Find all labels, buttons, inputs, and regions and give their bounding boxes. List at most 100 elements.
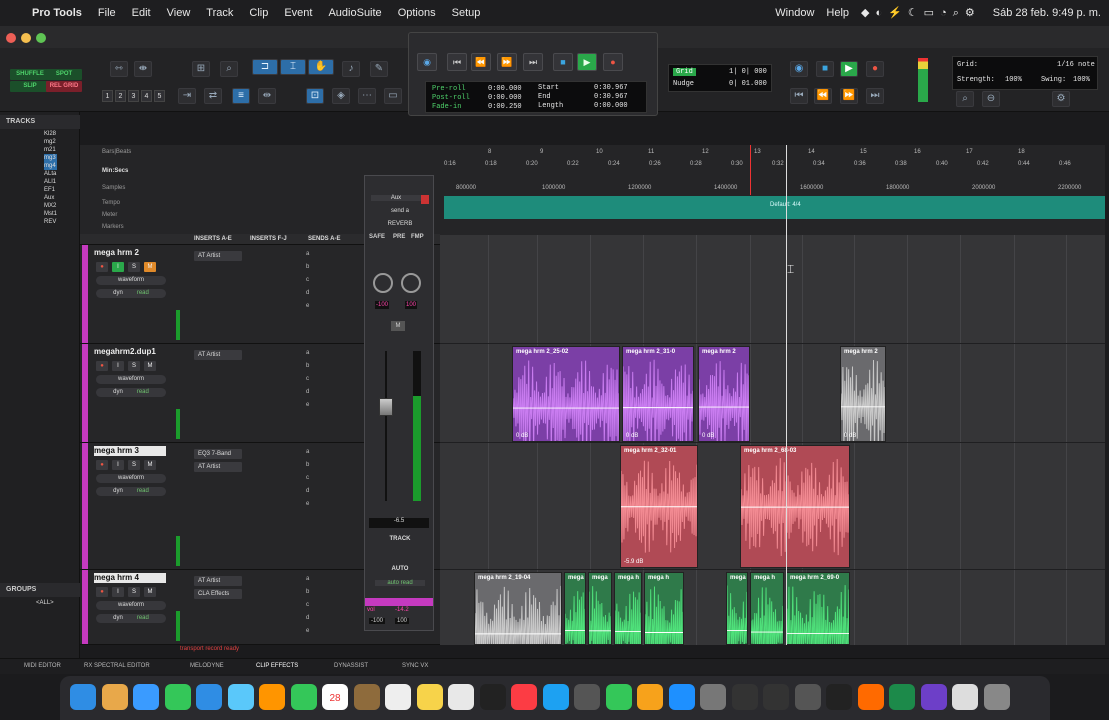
insert-slot-a[interactable]: AT Artist — [194, 576, 242, 586]
audio-clip[interactable]: mega h — [750, 572, 784, 645]
edit-window-playlist[interactable]: mega hrm 2_25-02 0 dB mega hrm 2_31-0 0 d… — [440, 235, 1105, 645]
tab-dynassist[interactable]: DYNASSIST — [334, 663, 368, 669]
record-enable-button[interactable]: ● — [96, 460, 108, 470]
menu-view[interactable]: View — [167, 7, 191, 19]
mute-button[interactable]: M — [144, 361, 156, 371]
send-slot[interactable]: c — [306, 376, 309, 382]
send-slot[interactable]: b — [306, 264, 309, 270]
audio-clip[interactable]: mega hrm 2 0 dB — [698, 346, 750, 442]
audio-clip[interactable]: mega h — [644, 572, 684, 645]
menu-track[interactable]: Track — [206, 7, 233, 19]
audio-clip[interactable]: mega hrm 2_19-04 — [474, 572, 562, 645]
start-value[interactable]: 0:30.967 — [594, 84, 628, 92]
track-list-item[interactable]: MX2 — [44, 202, 57, 210]
online-button[interactable]: ◉ — [417, 53, 437, 71]
dock-app-icon[interactable] — [70, 684, 96, 710]
tracks-title[interactable]: TRACKS — [0, 115, 80, 129]
track-list-item[interactable]: mg2 — [44, 138, 57, 146]
send-slot[interactable]: a — [306, 576, 309, 582]
spot-mode-button[interactable]: SPOT — [46, 69, 82, 80]
dock-app-icon[interactable] — [952, 684, 978, 710]
ff-mini-icon[interactable]: ⏩ — [840, 88, 858, 104]
send-selector[interactable]: send a — [365, 208, 435, 214]
insert-slot-a[interactable]: AT Artist — [194, 251, 242, 261]
dock-app-icon[interactable] — [637, 684, 663, 710]
solo-button[interactable]: S — [128, 262, 140, 272]
track-view-selector[interactable]: waveform — [96, 276, 166, 285]
send-slot[interactable]: c — [306, 475, 309, 481]
track-list-item[interactable]: Mst1 — [44, 210, 57, 218]
playhead-marker[interactable] — [750, 145, 751, 195]
insert-slot-b[interactable]: AT Artist — [194, 462, 242, 472]
dock-app-icon[interactable] — [385, 684, 411, 710]
menu-edit[interactable]: Edit — [132, 7, 151, 19]
track-list-item[interactable]: ALta — [44, 170, 57, 178]
dock-app-icon[interactable] — [227, 684, 254, 710]
rtz-mini-icon[interactable]: ⏮ — [790, 88, 808, 104]
preroll-value[interactable]: 0:00.000 — [488, 85, 522, 93]
dock-app-icon[interactable] — [763, 684, 789, 710]
record-mini-icon[interactable]: ● — [866, 61, 884, 77]
pan-left-knob[interactable] — [373, 273, 393, 293]
track-list-item[interactable]: mg3 — [44, 154, 58, 162]
audio-clip[interactable]: mega hrm 2_32-01 -5.9 dB — [620, 445, 698, 568]
automation-mode-selector[interactable]: auto read — [375, 580, 425, 586]
insert-slot-b[interactable] — [194, 264, 242, 274]
dock-app-icon[interactable] — [133, 684, 159, 710]
input-monitor-button[interactable]: I — [112, 361, 124, 371]
zoom-out-icon[interactable]: ⇿ — [110, 61, 128, 77]
audio-clip[interactable]: mega hrm 2_31-0 0 dB — [622, 346, 694, 442]
inserts-ae-header[interactable]: INSERTS A-E — [194, 236, 232, 242]
mute-button[interactable]: M — [144, 262, 156, 272]
input-monitor-button[interactable]: I — [112, 587, 124, 597]
dock-app-icon[interactable] — [101, 684, 128, 710]
send-slot[interactable]: a — [306, 251, 309, 257]
track-name[interactable]: mega hrm 3 — [94, 446, 166, 456]
clip-gain[interactable]: 0 dB — [516, 433, 528, 439]
track-view-selector[interactable]: waveform — [96, 375, 166, 384]
rew-mini-icon[interactable]: ⏪ — [814, 88, 832, 104]
menu-audiosuite[interactable]: AudioSuite — [328, 7, 381, 19]
tab-midi-editor[interactable]: MIDI EDITOR — [24, 663, 61, 669]
send-slot[interactable]: e — [306, 501, 309, 507]
clip-gain[interactable]: 0 dB — [844, 433, 856, 439]
send-slot[interactable]: d — [306, 488, 309, 494]
tab-rx-spectral-editor[interactable]: RX SPECTRAL EDITOR — [84, 663, 150, 669]
insertion-follows-icon[interactable]: ⇹ — [258, 88, 276, 104]
dock-app-icon[interactable] — [983, 684, 1010, 710]
solo-button[interactable]: S — [128, 587, 140, 597]
link-timeline-icon[interactable]: ⇄ — [204, 88, 222, 104]
rewind-button[interactable]: ⏪ — [471, 53, 491, 71]
dock-app-icon[interactable] — [353, 684, 380, 710]
record-button[interactable]: ● — [603, 53, 623, 71]
fast-forward-button[interactable]: ⏩ — [497, 53, 517, 71]
dock-app-icon[interactable] — [668, 684, 695, 710]
play-button[interactable]: ▶ — [577, 53, 597, 71]
ruler-samples[interactable]: Samples — [102, 185, 125, 191]
ruler-min-secs[interactable]: Min:Secs — [102, 168, 128, 174]
zoom-preset-5[interactable]: 5 — [154, 90, 165, 102]
grabber-tool-icon[interactable]: ✋ — [308, 59, 334, 75]
ruler-markers[interactable]: Markers — [102, 224, 124, 230]
send-slot[interactable]: e — [306, 402, 309, 408]
zoom-preset-1[interactable]: 1 — [102, 90, 113, 102]
keyboard-focus-icon[interactable]: ◈ — [332, 88, 350, 104]
dock-app-icon[interactable] — [889, 684, 915, 710]
dock-app-icon[interactable] — [164, 684, 191, 710]
ruler-tempo[interactable]: Tempo — [102, 200, 120, 206]
volume-value[interactable]: -6.5 — [369, 518, 429, 528]
play-mini-icon[interactable]: ▶ — [840, 61, 858, 77]
close-window-button[interactable] — [6, 33, 16, 43]
clip-gain[interactable]: 0 dB — [702, 433, 714, 439]
zoom-in-icon[interactable]: ⇼ — [134, 61, 152, 77]
zoom-toggle-icon[interactable]: ⊞ — [192, 61, 210, 77]
nudge-label[interactable]: Nudge — [673, 80, 694, 88]
send-slot[interactable]: d — [306, 615, 309, 621]
zoom-icon[interactable]: ⊖ — [982, 91, 1000, 107]
tab-sync-vx[interactable]: SYNC VX — [402, 663, 428, 669]
sends-ae-header[interactable]: SENDS A-E — [308, 236, 340, 242]
record-enable-button[interactable]: ● — [96, 262, 108, 272]
audio-clip[interactable]: mega hrm 2_25-02 0 dB — [512, 346, 620, 442]
record-enable-button[interactable]: ● — [96, 587, 108, 597]
send-slot[interactable]: d — [306, 389, 309, 395]
